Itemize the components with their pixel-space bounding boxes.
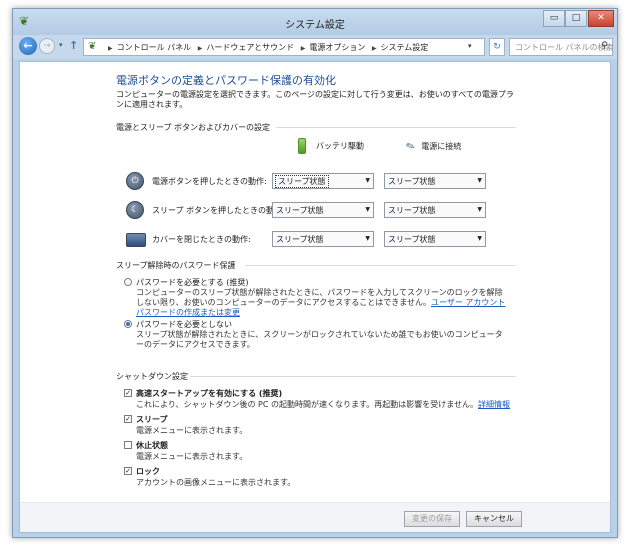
page-title: 電源ボタンの定義とパスワード保護の有効化: [116, 74, 336, 87]
navigation-bar: ← → ▾ ↑ ❦ ▶ コントロール パネル ▶ ハードウェアとサウンド ▶ 電源オプ…: [13, 35, 617, 59]
lid-close-battery-select[interactable]: スリープ状態 ▼: [272, 231, 374, 247]
lid-close-row: カバーを閉じたときの動作: スリープ状態 ▼ スリープ状態 ▼: [116, 230, 516, 250]
fast-startup-label: 高速スタートアップを有効にする (推奨): [136, 389, 283, 398]
lock-desc: アカウントの画像メニューに表示されます。: [136, 478, 296, 487]
require-password-desc: コンピューターのスリープ状態が解除されたときに、パスワードを入力してスクリーンの…: [136, 288, 506, 318]
battery-icon: [298, 138, 306, 154]
power-button-icon: ⏻: [126, 172, 144, 190]
no-password-desc: スリープ状態が解除されたときに、スクリーンがロックされていないため誰でもお使いの…: [136, 330, 503, 349]
cancel-button[interactable]: キャンセル: [466, 511, 522, 527]
fast-startup-desc-text: これにより、シャットダウン後の PC の起動時間が速くなります。再起動は影響を受…: [136, 400, 478, 409]
sleep-checkbox[interactable]: ✓: [124, 415, 132, 423]
fast-startup-desc: これにより、シャットダウン後の PC の起動時間が速くなります。再起動は影響を受…: [136, 399, 510, 410]
laptop-lid-icon: [126, 233, 146, 247]
content-pane: 電源ボタンの定義とパスワード保護の有効化 コンピューターの電源設定を選択できます…: [19, 61, 611, 533]
chevron-down-icon: ▼: [365, 235, 370, 242]
up-button[interactable]: ↑: [69, 39, 78, 52]
breadcrumb-control-panel[interactable]: コントロール パネル: [117, 43, 192, 52]
password-section-title: スリープ解除時のパスワード保護: [116, 261, 236, 270]
breadcrumb: ▶ コントロール パネル ▶ ハードウェアとサウンド ▶ 電源オプション ▶ システム設…: [108, 43, 429, 52]
sleep-button-row: ☾ スリープ ボタンを押したときの動作: スリープ状態 ▼ スリープ状態 ▼: [116, 201, 516, 221]
hibernate-desc: 電源メニューに表示されます。: [136, 452, 248, 461]
breadcrumb-system-settings[interactable]: システム設定: [381, 43, 429, 52]
no-password-label: パスワードを必要としない: [136, 320, 232, 329]
power-section-header: 電源とスリープ ボタンおよびカバーの設定: [116, 122, 516, 133]
require-password-label: パスワードを必要とする (推奨): [136, 278, 249, 287]
minimize-button[interactable]: ▭: [543, 10, 565, 27]
power-button-row: ⏻ 電源ボタンを押したときの動作: スリープ状態 ▼ スリープ状態 ▼: [116, 172, 516, 192]
title-bar: ❦ システム設定 ▭ □ ✕: [13, 9, 617, 35]
chevron-down-icon: ▼: [365, 177, 370, 184]
sleep-label: スリープ: [136, 415, 168, 424]
search-placeholder: コントロール パネルの検索: [515, 43, 614, 52]
require-password-radio[interactable]: [124, 278, 132, 286]
select-value: スリープ状態: [276, 235, 324, 244]
select-value: スリープ状態: [388, 206, 436, 215]
power-button-battery-select[interactable]: スリープ状態 ▼: [272, 173, 374, 189]
power-section-title: 電源とスリープ ボタンおよびカバーの設定: [116, 123, 271, 132]
search-input[interactable]: コントロール パネルの検索 ⚲: [509, 38, 614, 56]
lock-checkbox[interactable]: ✓: [124, 467, 132, 475]
power-button-plugged-select[interactable]: スリープ状態 ▼: [384, 173, 486, 189]
fast-startup-checkbox[interactable]: ✓: [124, 389, 132, 397]
column-plugged: ✎ 電源に接続: [404, 138, 462, 155]
hibernate-label: 休止状態: [136, 441, 168, 450]
save-button[interactable]: 変更の保存: [404, 511, 460, 527]
back-button[interactable]: ←: [19, 37, 37, 55]
forward-button[interactable]: →: [39, 38, 55, 54]
lock-label: ロック: [136, 467, 160, 476]
more-info-link[interactable]: 詳細情報: [478, 400, 510, 409]
chevron-down-icon: ▼: [477, 177, 482, 184]
power-plug-icon: ✎: [404, 138, 418, 155]
recent-locations-icon[interactable]: ▾: [59, 41, 63, 49]
control-panel-icon: ❦: [88, 41, 97, 52]
close-button[interactable]: ✕: [588, 10, 614, 27]
breadcrumb-power-options[interactable]: 電源オプション: [309, 43, 365, 52]
sleep-button-battery-select[interactable]: スリープ状態 ▼: [272, 202, 374, 218]
system-settings-window: ❦ システム設定 ▭ □ ✕ ← → ▾ ↑ ❦ ▶ コントロール パネル ▶ ハー…: [12, 8, 618, 538]
page-intro: コンピューターの電源設定を選択できます。このページの設定に対して行う変更は、お使…: [116, 90, 514, 109]
address-dropdown-icon[interactable]: ▾: [468, 42, 472, 50]
column-plugged-label: 電源に接続: [421, 142, 462, 151]
select-value: スリープ状態: [388, 235, 436, 244]
sleep-moon-icon: ☾: [126, 201, 144, 219]
breadcrumb-hardware-sound[interactable]: ハードウェアとサウンド: [206, 43, 294, 52]
chevron-down-icon: ▼: [477, 235, 482, 242]
refresh-button[interactable]: ↻: [489, 38, 505, 56]
chevron-down-icon: ▼: [365, 206, 370, 213]
sleep-button-label: スリープ ボタンを押したときの動作:: [152, 206, 285, 215]
no-password-radio[interactable]: [124, 320, 132, 328]
password-section-header: スリープ解除時のパスワード保護: [116, 260, 516, 271]
sleep-button-plugged-select[interactable]: スリープ状態 ▼: [384, 202, 486, 218]
window-title: システム設定: [285, 20, 345, 31]
address-bar[interactable]: ❦ ▶ コントロール パネル ▶ ハードウェアとサウンド ▶ 電源オプション ▶ システ…: [83, 38, 485, 56]
hibernate-checkbox[interactable]: [124, 441, 132, 449]
select-value: スリープ状態: [275, 175, 329, 188]
column-battery-label: バッテリ駆動: [316, 141, 364, 151]
sleep-desc: 電源メニューに表示されます。: [136, 426, 248, 435]
shutdown-section-title: シャットダウン設定: [116, 372, 188, 381]
shutdown-section-header: シャットダウン設定: [116, 371, 516, 382]
select-value: スリープ状態: [276, 206, 324, 215]
footer-bar: 変更の保存 キャンセル: [20, 502, 610, 532]
maximize-button[interactable]: □: [565, 10, 587, 27]
lid-close-label: カバーを閉じたときの動作:: [152, 235, 251, 244]
select-value: スリープ状態: [388, 177, 436, 186]
chevron-down-icon: ▼: [477, 206, 482, 213]
search-icon[interactable]: ⚲: [601, 41, 608, 51]
power-button-label: 電源ボタンを押したときの動作:: [152, 177, 267, 186]
lid-close-plugged-select[interactable]: スリープ状態 ▼: [384, 231, 486, 247]
column-battery: バッテリ駆動: [298, 138, 364, 154]
